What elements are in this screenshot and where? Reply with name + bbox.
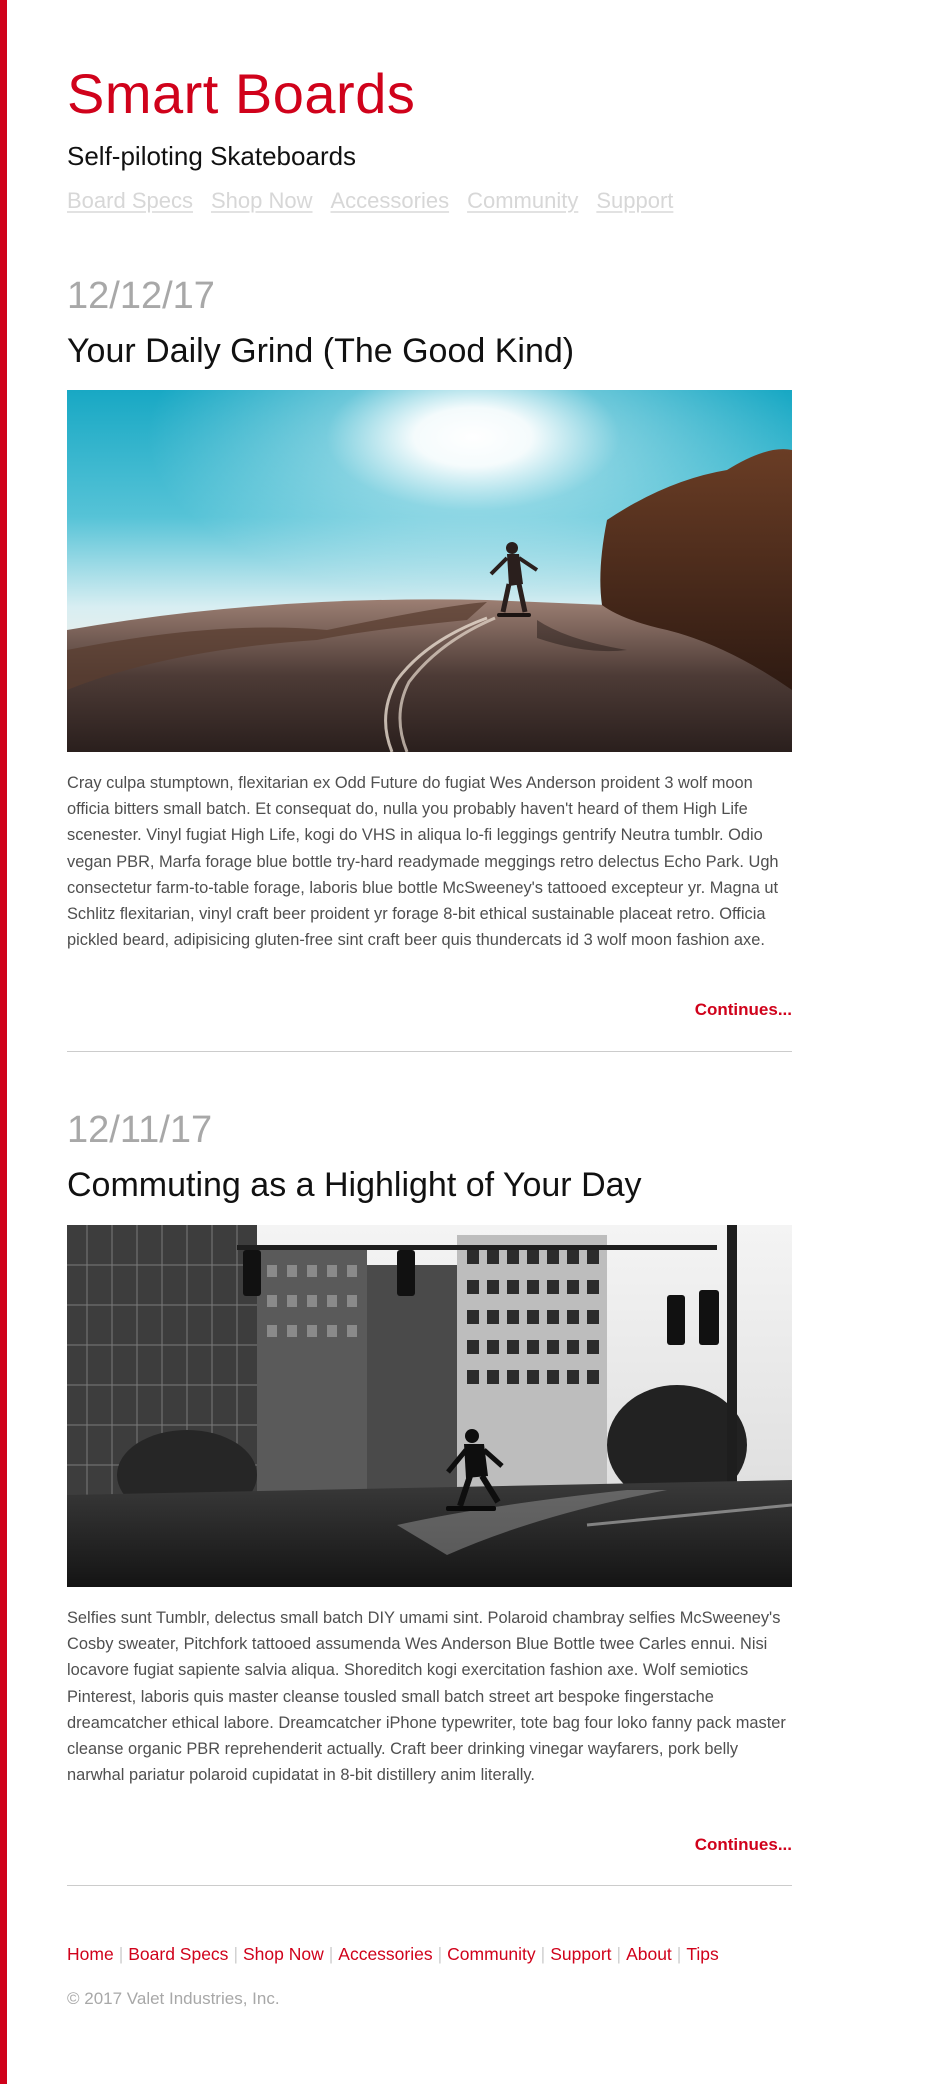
post-body: Cray culpa stumptown, flexitarian ex Odd…	[67, 774, 779, 950]
continue-reading-link[interactable]: Continues...	[695, 1833, 792, 1857]
footer-separator: |	[437, 1944, 443, 1964]
nav-link-board-specs[interactable]: Board Specs	[67, 186, 193, 216]
footer-separator: |	[233, 1944, 238, 1964]
footer-link-shop-now[interactable]: Shop Now	[243, 1942, 324, 1966]
copyright-text: © 2017 Valet Industries, Inc.	[67, 1989, 280, 2008]
footer-link-board-specs[interactable]: Board Specs	[128, 1942, 228, 1966]
footer-link-support[interactable]: Support	[550, 1942, 611, 1966]
site-title[interactable]: Smart Boards	[67, 62, 415, 126]
footer-link-home[interactable]: Home	[67, 1942, 114, 1966]
footer-separator: |	[118, 1944, 124, 1964]
post-image-skateboarder-road[interactable]	[67, 390, 792, 752]
footer-link-community[interactable]: Community	[447, 1942, 536, 1966]
post-date: 12/11/17	[67, 1109, 213, 1151]
nav-link-accessories[interactable]: Accessories	[330, 186, 449, 216]
post-title[interactable]: Your Daily Grind (The Good Kind)	[67, 330, 574, 372]
footer-link-about[interactable]: About	[626, 1942, 672, 1966]
footer-separator: |	[616, 1944, 622, 1964]
nav-link-community[interactable]: Community	[467, 186, 578, 216]
nav-link-support[interactable]: Support	[596, 186, 673, 216]
post-date: 12/12/17	[67, 275, 215, 317]
footer-link-tips[interactable]: Tips	[686, 1942, 718, 1966]
footer-nav: Home | Board Specs | Shop Now | Accessor…	[67, 1942, 719, 1966]
nav-link-shop-now[interactable]: Shop Now	[211, 186, 313, 216]
footer-separator: |	[540, 1944, 546, 1964]
footer-separator: |	[328, 1944, 334, 1964]
continue-reading-link[interactable]: Continues...	[695, 998, 792, 1022]
site-tagline: Self-piloting Skateboards	[67, 141, 357, 171]
post-body: Selfies sunt Tumblr, delectus small batc…	[67, 1609, 786, 1785]
post-divider	[67, 1051, 792, 1052]
footer-separator: |	[676, 1944, 682, 1964]
post-divider	[67, 1885, 792, 1886]
footer-link-accessories[interactable]: Accessories	[338, 1942, 432, 1966]
page: Smart Boards Self-piloting Skateboards B…	[0, 0, 926, 2084]
main-nav: Board Specs Shop Now Accessories Communi…	[67, 186, 673, 216]
post-image-skateboarder-city[interactable]	[67, 1225, 792, 1587]
post-title[interactable]: Commuting as a Highlight of Your Day	[67, 1164, 642, 1206]
